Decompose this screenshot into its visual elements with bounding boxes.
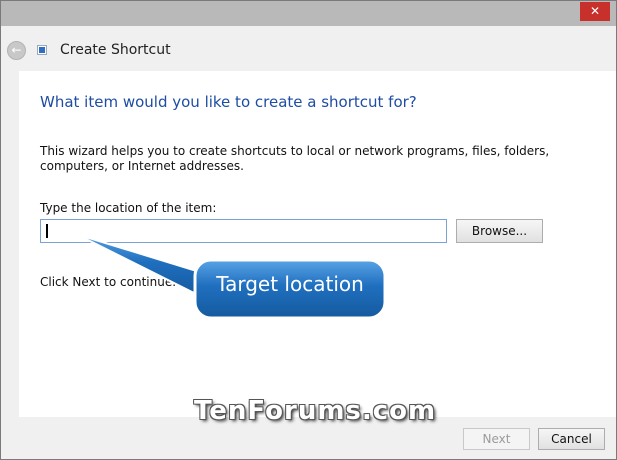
- wizard-header: ← Create Shortcut: [1, 26, 616, 71]
- create-shortcut-window: ✕ ← Create Shortcut What item would you …: [0, 0, 617, 460]
- location-input[interactable]: [40, 219, 447, 243]
- location-label: Type the location of the item:: [40, 201, 217, 215]
- window-title: Create Shortcut: [60, 42, 171, 58]
- shortcut-icon: [37, 45, 47, 55]
- page-heading: What item would you like to create a sho…: [40, 93, 417, 111]
- wizard-description: This wizard helps you to create shortcut…: [40, 144, 550, 173]
- back-arrow-icon[interactable]: ←: [7, 41, 26, 60]
- text-caret: [46, 224, 48, 238]
- next-button[interactable]: Next: [463, 428, 530, 450]
- cancel-button[interactable]: Cancel: [538, 428, 605, 450]
- browse-button[interactable]: Browse...: [456, 219, 543, 243]
- callout-label: Target location: [216, 272, 364, 296]
- wizard-content: What item would you like to create a sho…: [19, 71, 616, 417]
- continue-instruction: Click Next to continue.: [40, 275, 177, 289]
- watermark: TenForums.com: [194, 396, 437, 426]
- title-bar: ✕: [1, 1, 616, 26]
- close-button[interactable]: ✕: [580, 2, 610, 21]
